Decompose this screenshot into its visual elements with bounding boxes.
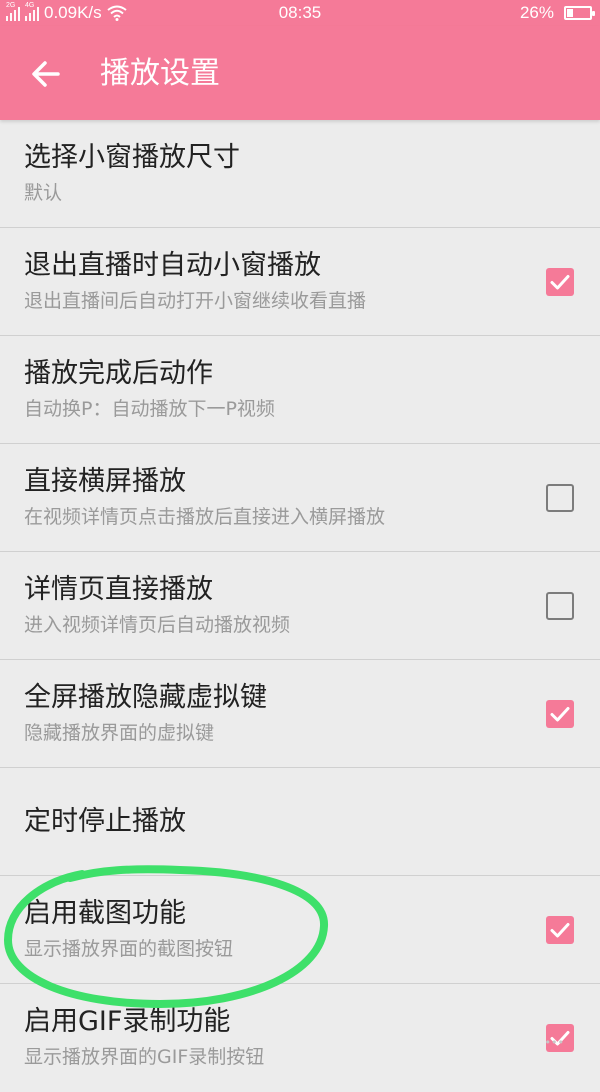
setting-title: 退出直播时自动小窗播放 (24, 250, 321, 281)
setting-title: 全屏播放隐藏虚拟键 (24, 682, 267, 713)
setting-title: 启用GIF录制功能 (24, 1006, 231, 1037)
setting-subtitle: 显示播放界面的GIF录制按钮 (24, 1046, 265, 1068)
arrow-left-icon (32, 61, 60, 87)
status-right: 26% (519, 3, 595, 23)
battery-icon (564, 6, 595, 20)
setting-after-play-action[interactable]: 播放完成后动作 自动换P：自动播放下一P视频 (0, 336, 600, 444)
setting-direct-landscape[interactable]: 直接横屏播放 在视频详情页点击播放后直接进入横屏播放 (0, 444, 600, 552)
setting-title: 定时停止播放 (24, 806, 186, 837)
checkmark-icon (550, 275, 570, 290)
setting-enable-gif-record[interactable]: 启用GIF录制功能 显示播放界面的GIF录制按钮 (0, 984, 600, 1092)
setting-subtitle: 在视频详情页点击播放后直接进入横屏播放 (24, 506, 386, 528)
setting-timer-stop[interactable]: 定时停止播放 (0, 768, 600, 876)
setting-subtitle: 隐藏播放界面的虚拟键 (24, 722, 215, 744)
setting-subtitle: 退出直播间后自动打开小窗继续收看直播 (24, 290, 367, 312)
app-bar: 播放设置 (0, 26, 600, 120)
setting-subtitle: 进入视频详情页后自动播放视频 (24, 614, 291, 636)
battery-percent: 26% (519, 3, 554, 22)
setting-hide-virtual-keys[interactable]: 全屏播放隐藏虚拟键 隐藏播放界面的虚拟键 (0, 660, 600, 768)
checkbox-unchecked[interactable] (546, 592, 574, 620)
setting-subtitle: 显示播放界面的截图按钮 (24, 938, 234, 960)
setting-subtitle: 自动换P：自动播放下一P视频 (24, 398, 275, 420)
setting-mini-window-size[interactable]: 选择小窗播放尺寸 默认 (0, 120, 600, 228)
setting-title: 播放完成后动作 (24, 358, 213, 389)
checkbox-checked[interactable] (546, 268, 574, 296)
settings-list: 选择小窗播放尺寸 默认 退出直播时自动小窗播放 退出直播间后自动打开小窗继续收看… (0, 120, 600, 1092)
setting-title: 直接横屏播放 (24, 466, 186, 497)
checkbox-checked[interactable] (546, 700, 574, 728)
setting-enable-screenshot[interactable]: 启用截图功能 显示播放界面的截图按钮 (0, 876, 600, 984)
status-bar: 2G 4G 0.09K/s 08:35 26% (0, 0, 600, 26)
page-title: 播放设置 (100, 56, 220, 91)
checkmark-icon (550, 923, 570, 938)
setting-detail-autoplay[interactable]: 详情页直接播放 进入视频详情页后自动播放视频 (0, 552, 600, 660)
checkbox-checked[interactable] (546, 916, 574, 944)
setting-auto-mini-window-live[interactable]: 退出直播时自动小窗播放 退出直播间后自动打开小窗继续收看直播 (0, 228, 600, 336)
status-time: 08:35 (278, 3, 322, 22)
setting-title: 详情页直接播放 (24, 574, 213, 605)
checkbox-unchecked[interactable] (546, 484, 574, 512)
setting-subtitle: 默认 (24, 182, 63, 204)
watermark: ••• (544, 1036, 564, 1049)
setting-title: 选择小窗播放尺寸 (24, 142, 240, 173)
checkmark-icon (550, 707, 570, 722)
back-button[interactable] (26, 54, 66, 94)
setting-title: 启用截图功能 (24, 898, 186, 929)
